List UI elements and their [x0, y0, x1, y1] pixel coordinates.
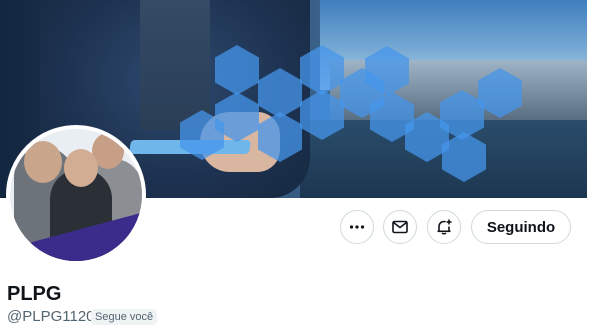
- follows-you-badge: Segue você: [91, 309, 158, 325]
- profile-avatar[interactable]: [6, 125, 146, 265]
- avatar-person-head: [24, 141, 62, 183]
- more-horizontal-icon: [349, 225, 365, 229]
- message-button[interactable]: [383, 210, 417, 244]
- bell-plus-icon: [437, 219, 452, 235]
- mail-icon: [392, 220, 408, 234]
- notifications-button[interactable]: [427, 210, 461, 244]
- profile-display-name: PLPG: [7, 283, 62, 305]
- following-button[interactable]: Seguindo: [471, 210, 571, 244]
- avatar-person-head: [64, 149, 98, 187]
- banner-person-shirt: [140, 0, 210, 130]
- profile-handle: @PLPG1120: [7, 308, 95, 325]
- more-button[interactable]: [340, 210, 374, 244]
